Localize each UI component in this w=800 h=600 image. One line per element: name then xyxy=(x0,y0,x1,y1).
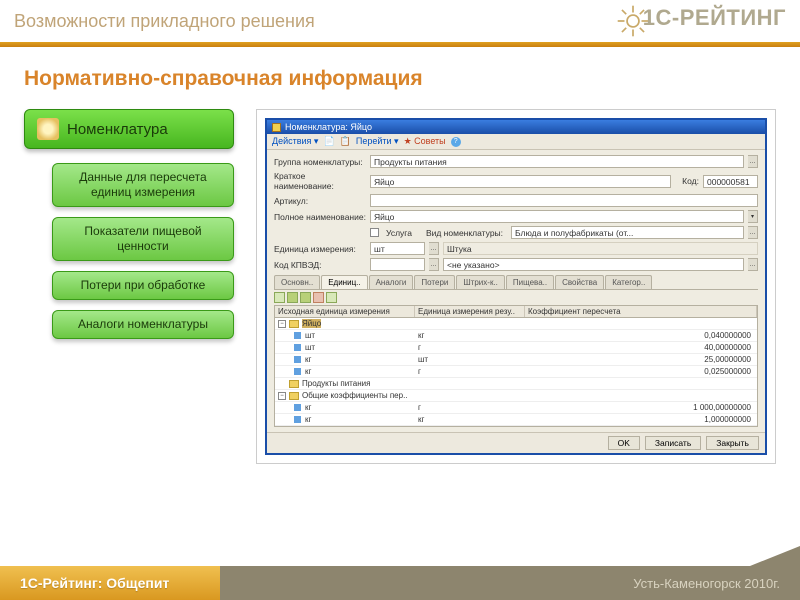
actions-menu[interactable]: Действия ▾ xyxy=(272,136,318,147)
nav-nomenclature-label: Номенклатура xyxy=(67,121,168,138)
col-result-unit: Единица измерения резу.. xyxy=(415,306,525,317)
kind-picker-icon[interactable]: … xyxy=(748,226,758,239)
box-icon xyxy=(37,118,59,140)
close-button[interactable]: Закрыть xyxy=(706,436,759,450)
unit-input[interactable]: шт xyxy=(370,242,425,255)
app-window: Номенклатура: Яйцо Действия ▾ 📄 📋 Перейт… xyxy=(265,118,767,455)
tb-icon-2[interactable]: 📋 xyxy=(340,136,351,147)
kpved-code-input[interactable] xyxy=(370,258,425,271)
header: Возможности прикладного решения 1С-РЕЙТИ… xyxy=(0,0,800,42)
grid-row[interactable]: шткг0,040000000 xyxy=(275,330,757,342)
sidebar: Номенклатура Данные для пересчета единиц… xyxy=(24,109,234,464)
tab-properties[interactable]: Свойства xyxy=(555,275,604,289)
kind-input[interactable]: Блюда и полуфабрикаты (от... xyxy=(511,226,744,239)
goto-menu[interactable]: Перейти ▾ xyxy=(356,136,399,147)
tab-main[interactable]: Основн.. xyxy=(274,275,320,289)
fullname-label: Полное наименование: xyxy=(274,212,366,222)
tab-barcodes[interactable]: Штрих-к.. xyxy=(456,275,505,289)
unit-picker-icon[interactable]: … xyxy=(429,242,439,255)
footer-product: 1С-Рейтинг: Общепит xyxy=(0,566,220,600)
folder-icon xyxy=(289,380,299,388)
grid-delete-icon[interactable] xyxy=(313,292,324,303)
item-icon xyxy=(294,356,301,363)
footer-corner xyxy=(750,546,800,566)
tab-analogs[interactable]: Аналоги xyxy=(369,275,414,289)
group-input[interactable]: Продукты питания xyxy=(370,155,744,168)
item-icon xyxy=(294,344,301,351)
group-picker-icon[interactable]: … xyxy=(748,155,758,168)
page-title: Нормативно-справочная информация xyxy=(24,67,776,91)
tb-icon-1[interactable]: 📄 xyxy=(323,136,334,147)
units-grid: Исходная единица измерения Единица измер… xyxy=(274,305,758,427)
header-title: Возможности прикладного решения xyxy=(14,11,315,32)
code-input[interactable]: 000000581 xyxy=(703,175,758,188)
service-label: Услуга xyxy=(386,228,412,238)
item-icon xyxy=(294,404,301,411)
nav-processing-loss[interactable]: Потери при обработке xyxy=(52,271,234,300)
window-title-text: Номенклатура: Яйцо xyxy=(285,122,372,132)
unit-display: Штука xyxy=(443,242,758,255)
item-icon xyxy=(294,368,301,375)
grid-row[interactable]: Продукты питания xyxy=(275,378,757,390)
col-coefficient: Коэффициент пересчета xyxy=(525,306,757,317)
fullname-expand-icon[interactable]: ▾ xyxy=(748,210,758,223)
grid-refresh-icon[interactable] xyxy=(326,292,337,303)
kpved-input[interactable]: <не указано> xyxy=(443,258,744,271)
nav-nomenclature[interactable]: Номенклатура xyxy=(24,109,234,149)
grid-row[interactable]: −Яйцо xyxy=(275,318,757,330)
window-toolbar: Действия ▾ 📄 📋 Перейти ▾ ★ Советы ? xyxy=(267,134,765,150)
tab-units[interactable]: Единиц.. xyxy=(321,275,367,289)
shortname-label: Краткое наименование: xyxy=(274,171,366,191)
grid-row[interactable]: кгкг1,000000000 xyxy=(275,414,757,426)
window-titlebar: Номенклатура: Яйцо xyxy=(267,120,765,134)
grid-row[interactable]: штг40,00000000 xyxy=(275,342,757,354)
tab-strip: Основн.. Единиц.. Аналоги Потери Штрих-к… xyxy=(274,275,758,290)
grid-edit-icon[interactable] xyxy=(287,292,298,303)
save-button[interactable]: Записать xyxy=(645,436,701,450)
window-icon xyxy=(272,123,281,132)
tips-link[interactable]: ★ Советы xyxy=(404,136,446,147)
grid-row[interactable]: кгшт25,00000000 xyxy=(275,354,757,366)
help-icon[interactable]: ? xyxy=(451,137,461,147)
shortname-input[interactable]: Яйцо xyxy=(370,175,671,188)
collapse-icon[interactable]: − xyxy=(278,392,286,400)
grid-row[interactable]: −Общие коэффициенты пер.. xyxy=(275,390,757,402)
screenshot-panel: Номенклатура: Яйцо Действия ▾ 📄 📋 Перейт… xyxy=(256,109,776,464)
folder-icon xyxy=(289,392,299,400)
nav-nutrition[interactable]: Показатели пищевой ценности xyxy=(52,217,234,261)
service-checkbox[interactable] xyxy=(370,228,379,237)
kpved-label: Код КПВЭД: xyxy=(274,260,366,270)
grid-copy-icon[interactable] xyxy=(300,292,311,303)
grid-row[interactable]: кгг0,025000000 xyxy=(275,366,757,378)
tab-losses[interactable]: Потери xyxy=(414,275,455,289)
item-icon xyxy=(294,416,301,423)
grid-row[interactable]: кгг1 000,00000000 xyxy=(275,402,757,414)
folder-icon xyxy=(289,320,299,328)
group-label: Группа номенклатуры: xyxy=(274,157,366,167)
footer: 1С-Рейтинг: Общепит Усть-Каменогорск 201… xyxy=(0,566,800,600)
article-label: Артикул: xyxy=(274,196,366,206)
col-source-unit: Исходная единица измерения xyxy=(275,306,415,317)
ok-button[interactable]: OK xyxy=(608,436,640,450)
unit-label: Единица измерения: xyxy=(274,244,366,254)
grid-toolbar xyxy=(274,290,758,305)
brand-text: 1С-РЕЙТИНГ xyxy=(643,5,786,31)
fullname-input[interactable]: Яйцо xyxy=(370,210,744,223)
article-input[interactable] xyxy=(370,194,758,207)
item-icon xyxy=(294,332,301,339)
nav-analogs[interactable]: Аналоги номенклатуры xyxy=(52,310,234,339)
collapse-icon[interactable]: − xyxy=(278,320,286,328)
footer-location: Усть-Каменогорск 2010г. xyxy=(220,566,800,600)
grid-add-icon[interactable] xyxy=(274,292,285,303)
code-label: Код: xyxy=(675,176,699,186)
tab-categories[interactable]: Категор.. xyxy=(605,275,652,289)
tab-nutrition[interactable]: Пищева.. xyxy=(506,275,554,289)
kind-label: Вид номенклатуры: xyxy=(426,228,503,238)
window-footer: OK Записать Закрыть xyxy=(267,432,765,453)
nav-unit-conversion[interactable]: Данные для пересчета единиц измерения xyxy=(52,163,234,207)
